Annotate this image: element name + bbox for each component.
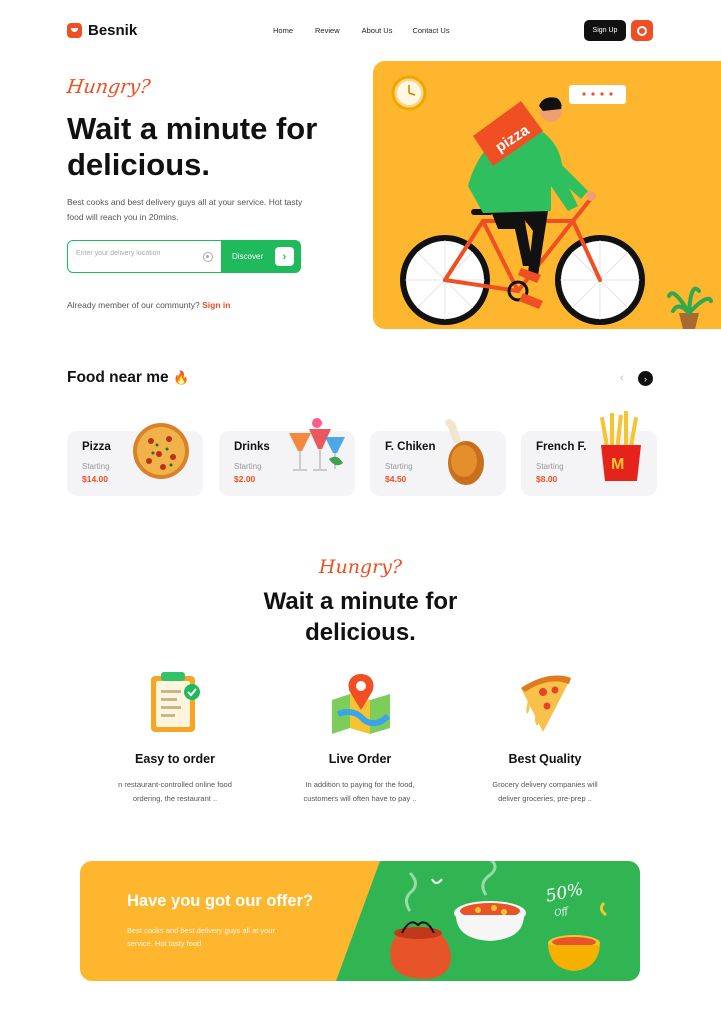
food-card-starting: Starting [82,462,110,471]
food-card-pizza[interactable]: Pizza Starting $14.00 [67,423,203,496]
food-card-drinks[interactable]: Drinks Starting $2.00 [219,418,355,496]
food-near-me-label: Food near me [67,369,169,386]
food-card-starting: Starting [385,462,413,471]
delivery-location-input[interactable] [76,250,196,257]
carousel-next-button[interactable]: › [638,371,653,386]
food-card-price: $14.00 [82,474,108,484]
hero-script-tagline: Hungry? [65,76,152,98]
food-card-starting: Starting [234,462,262,471]
hero-title: Wait a minute for delicious. [67,111,318,182]
food-card-name: Drinks [234,441,270,453]
food-card-french-fries[interactable]: French F. Starting $8.00 M [521,411,657,496]
svg-text:M: M [611,456,624,473]
offer-title: Have you got our offer? [127,892,314,910]
chevron-right-icon: › [275,247,294,266]
chicken-leg-icon [445,419,484,485]
sign-in-link[interactable]: Sign in [202,300,230,310]
nav-home[interactable]: Home [273,26,293,35]
map-pin-icon [332,674,391,734]
features-title-line2: delicious. [305,619,416,646]
nav-contact-us[interactable]: Contact Us [412,26,449,35]
feature-desc-line1: In addition to paying for the food, [305,780,415,789]
feature-description: n restaurant-controlled online food orde… [85,778,265,806]
offer-banner[interactable]: 50% Off Have you got our offer? Best coo… [80,861,640,981]
food-card-starting: Starting [536,462,564,471]
food-card-price: $8.00 [536,474,558,484]
features-title: Wait a minute for delicious. [0,586,721,648]
feature-desc-line2: ordering, the restaurant .. [132,794,218,803]
feature-desc-line2: deliver groceries, pre-prep .. [498,794,592,803]
nav-about-us[interactable]: About Us [362,26,393,35]
discover-button[interactable]: Discover › [221,240,301,273]
member-signin-text: Already member of our communty? Sign in [67,300,230,310]
food-card-name: Pizza [82,441,111,453]
feature-title: Best Quality [508,752,582,766]
cart-button[interactable] [631,20,653,41]
carousel-prev-button[interactable]: ‹ [620,372,624,384]
offer-desc-line2: service. Hot tasty food [127,939,202,948]
cocktail-drinks-icon [289,418,345,471]
brand-logo[interactable]: Besnik [67,22,137,39]
hero-description: Best cooks and best delivery guys all at… [67,197,303,222]
location-target-icon[interactable] [203,252,213,262]
offer-desc-line1: Best cooks and best delivery guys all at… [127,926,275,935]
member-text: Already member of our communty? [67,300,200,310]
food-card-price: $2.00 [234,474,256,484]
brand-name: Besnik [88,22,138,39]
nav-review[interactable]: Review [315,26,340,35]
feature-title: Live Order [328,752,392,766]
pizza-icon [133,423,189,479]
feature-desc-line1: Grocery delivery companies will [492,780,598,789]
feature-description: Grocery delivery companies will deliver … [455,778,635,806]
clipboard-check-icon [151,672,200,732]
feature-desc-line1: n restaurant-controlled online food [118,780,232,789]
fire-icon: 🔥 [172,370,190,385]
offer-food-illustration: 50% Off [336,861,640,981]
features-title-line1: Wait a minute for [263,588,458,615]
french-fries-icon: M [599,411,641,481]
feature-description: In addition to paying for the food, cust… [270,778,450,806]
food-near-me-title: Food near me 🔥 [67,369,189,387]
sign-up-button[interactable]: Sign Up [584,20,626,41]
discover-label: Discover [232,252,264,261]
feature-title: Easy to order [135,752,215,766]
food-card-name: French F. [536,441,587,453]
hero-delivery-illustration: pizza [373,61,721,329]
logo-icon [67,23,82,38]
feature-desc-line2: customers will often have to pay .. [303,794,417,803]
main-nav: Home Review About Us Contact Us [273,26,450,35]
food-card-name: F. Chiken [385,441,436,453]
offer-description: Best cooks and best delivery guys all at… [127,924,307,950]
bag-icon [637,25,647,36]
delivery-cyclist-icon: pizza [391,75,713,329]
food-card-chicken[interactable]: F. Chiken Starting $4.50 [370,419,506,496]
food-card-price: $4.50 [385,474,407,484]
delivery-search-box: Discover › [67,240,301,273]
features-script-tagline: Hungry? [318,556,403,578]
pizza-slice-icon [521,675,571,732]
